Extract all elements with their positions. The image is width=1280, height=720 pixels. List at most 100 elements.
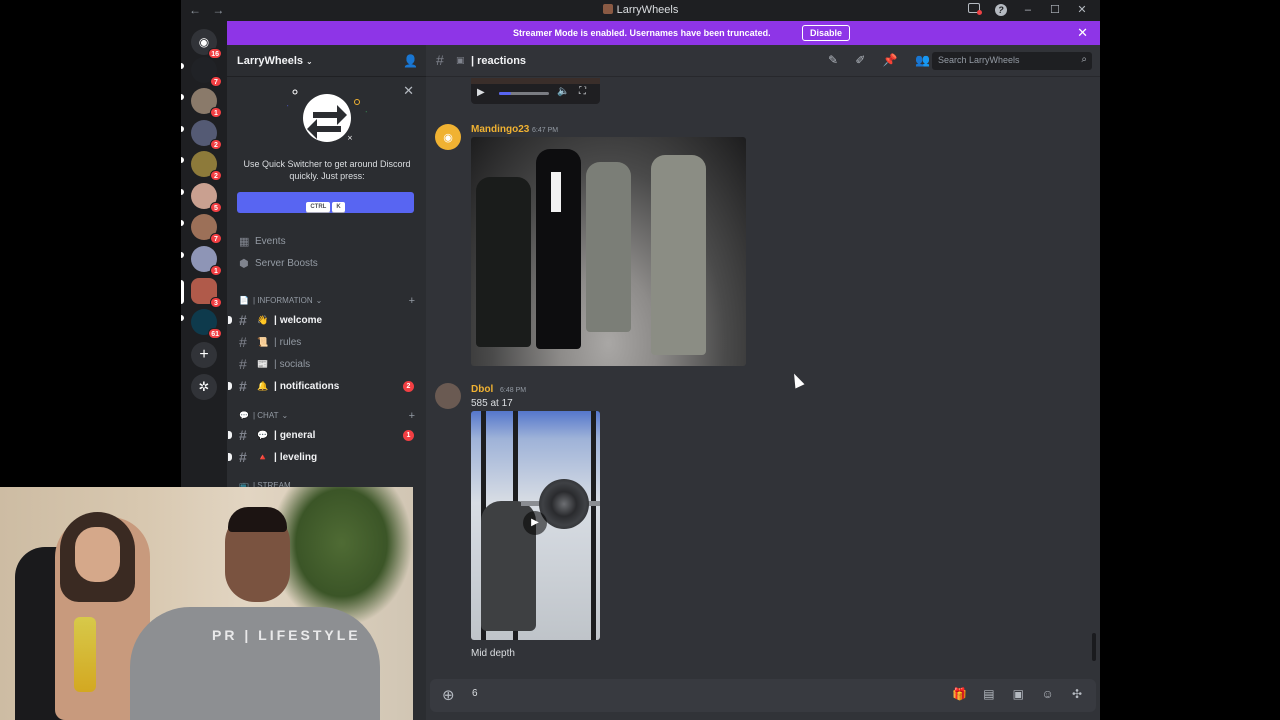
guild-icon[interactable]: 7 xyxy=(191,214,222,244)
play-icon[interactable]: ▶ xyxy=(523,511,547,535)
message-author[interactable]: Mandingo23 xyxy=(471,124,529,135)
guild-unread-pip xyxy=(181,63,184,69)
discover-compass-icon[interactable]: ✲ xyxy=(191,374,217,400)
quick-switcher-button[interactable]: CTRL K xyxy=(237,192,414,213)
guild-icon[interactable]: 1 xyxy=(191,88,222,118)
help-icon[interactable]: ? xyxy=(989,4,1013,16)
maximize-icon[interactable]: ☐ xyxy=(1043,3,1067,16)
channel-separator: | xyxy=(274,336,277,348)
video-progress-bar[interactable] xyxy=(499,92,549,95)
message-composer: ⊕ 🎁 ▤ ▣ ☺ ✣ xyxy=(430,679,1096,712)
add-server-icon[interactable]: + xyxy=(191,342,217,368)
sidebar-item-server-boosts[interactable]: ⬢ Server Boosts xyxy=(239,257,318,270)
ctrl-key: CTRL xyxy=(306,202,331,212)
sticker-icon[interactable]: ▣ xyxy=(1005,687,1031,701)
guild-badge: 5 xyxy=(210,202,222,213)
guild-badge: 3 xyxy=(210,297,222,308)
minimize-icon[interactable]: – xyxy=(1016,4,1040,16)
guild-icon[interactable]: 7 xyxy=(191,57,222,87)
add-attachment-icon[interactable]: ⊕ xyxy=(442,686,455,704)
figure-camo xyxy=(651,155,706,355)
hash-icon: # xyxy=(239,334,247,350)
search-input[interactable] xyxy=(938,55,1068,65)
boost-icon: ⬢ xyxy=(239,258,249,270)
channel-name: notifications xyxy=(279,380,340,392)
message-scrollbar[interactable] xyxy=(1092,633,1096,661)
message-text: Mid depth xyxy=(471,648,515,659)
channel-name: leveling xyxy=(279,451,318,463)
chevron-down-icon: ⌄ xyxy=(281,411,289,420)
message-input[interactable] xyxy=(472,688,872,699)
avatar[interactable]: ◉ xyxy=(435,124,461,150)
channel-leveling[interactable]: # 🔺 | leveling xyxy=(228,447,418,467)
fullscreen-icon[interactable]: ⛶ xyxy=(579,86,586,97)
mention-badge: 1 xyxy=(403,429,414,441)
window-title: LarryWheels xyxy=(616,4,679,16)
notification-bell-icon[interactable]: ✐ xyxy=(855,53,865,67)
apps-icon[interactable]: ✣ xyxy=(1064,687,1090,701)
message-author[interactable]: Dbol xyxy=(471,384,493,395)
direct-messages-button[interactable]: ◉ 16 xyxy=(191,29,222,59)
guild-icon[interactable]: 61 xyxy=(191,309,222,339)
channel-general[interactable]: # 💬 | general 1 xyxy=(228,425,418,445)
selected-guild-pip xyxy=(181,280,184,304)
channel-welcome[interactable]: # 👋 | welcome xyxy=(228,310,418,330)
pin-icon[interactable]: 📌 xyxy=(883,53,898,67)
gif-icon[interactable]: ▤ xyxy=(976,687,1002,701)
threads-icon[interactable]: ✎ xyxy=(828,53,838,67)
message-timestamp: 6:48 PM xyxy=(500,387,527,394)
guild-unread-pip xyxy=(181,315,184,321)
close-tip-icon[interactable]: ✕ xyxy=(403,83,414,99)
channel-separator: | xyxy=(274,380,277,392)
channel-emoji-icon: ▣ xyxy=(456,55,465,65)
channel-name: general xyxy=(279,429,316,441)
guild-unread-pip xyxy=(181,94,184,100)
hash-icon: # xyxy=(239,378,247,394)
search-icon[interactable]: ⌕ xyxy=(1081,54,1087,65)
gift-icon[interactable]: 🎁 xyxy=(947,687,973,701)
volume-icon[interactable]: 🔈 xyxy=(557,86,569,97)
shirt-logo: PR | LIFESTYLE xyxy=(212,627,361,643)
guild-icon-selected[interactable]: 3 xyxy=(191,278,222,308)
guild-badge: 61 xyxy=(208,328,222,339)
unread-indicator xyxy=(228,316,232,324)
category-chat[interactable]: 💬 | CHAT ⌄ + xyxy=(239,410,415,422)
video-player[interactable]: ▶ 🔈 ⛶ xyxy=(471,78,600,104)
channel-separator: | xyxy=(274,314,277,326)
search-box[interactable]: ⌕ xyxy=(932,52,1092,70)
guild-unread-pip xyxy=(181,189,184,195)
inbox-icon[interactable] xyxy=(962,3,986,16)
guild-icon[interactable]: 2 xyxy=(191,120,222,150)
hash-icon: # xyxy=(239,427,247,443)
create-channel-icon[interactable]: + xyxy=(409,295,415,307)
channel-separator: | xyxy=(274,451,277,463)
emoji-icon[interactable]: ☺ xyxy=(1035,687,1061,701)
unread-indicator xyxy=(228,382,232,390)
guild-icon[interactable]: 1 xyxy=(191,246,222,276)
close-window-icon[interactable]: ✕ xyxy=(1070,3,1094,16)
channel-socials[interactable]: # 📰 | socials xyxy=(235,354,418,374)
play-icon[interactable]: ▶ xyxy=(477,87,485,98)
video-progress-fill xyxy=(499,92,511,95)
sidebar-item-events[interactable]: ▦ Events xyxy=(239,235,286,248)
video-frame xyxy=(471,78,600,84)
category-information[interactable]: 📄 | INFORMATION ⌄ + xyxy=(239,295,415,307)
guild-icon[interactable]: 5 xyxy=(191,183,222,213)
title-bar: ← → LarryWheels ? – ☐ ✕ xyxy=(181,0,1100,21)
chevron-down-icon: ⌄ xyxy=(315,296,323,305)
shirt-detail xyxy=(551,172,561,212)
invite-people-icon[interactable]: 👤 xyxy=(403,54,418,68)
server-header[interactable]: LarryWheels ⌄ 👤 xyxy=(227,45,426,77)
channel-name: socials xyxy=(279,358,311,370)
channel-rules[interactable]: # 📜 | rules xyxy=(235,332,418,352)
person-man-shirt xyxy=(130,607,380,720)
avatar[interactable] xyxy=(435,383,461,409)
channel-notifications[interactable]: # 🔔 | notifications 2 xyxy=(228,376,418,396)
message-image-attachment[interactable] xyxy=(471,137,746,366)
member-list-icon[interactable]: 👥 xyxy=(915,53,930,67)
create-channel-icon[interactable]: + xyxy=(409,410,415,422)
message-video-attachment[interactable]: ▶ xyxy=(471,411,600,640)
disable-streamer-mode-button[interactable]: Disable xyxy=(802,25,851,41)
close-banner-icon[interactable]: ✕ xyxy=(1077,25,1088,41)
guild-icon[interactable]: 2 xyxy=(191,151,222,181)
